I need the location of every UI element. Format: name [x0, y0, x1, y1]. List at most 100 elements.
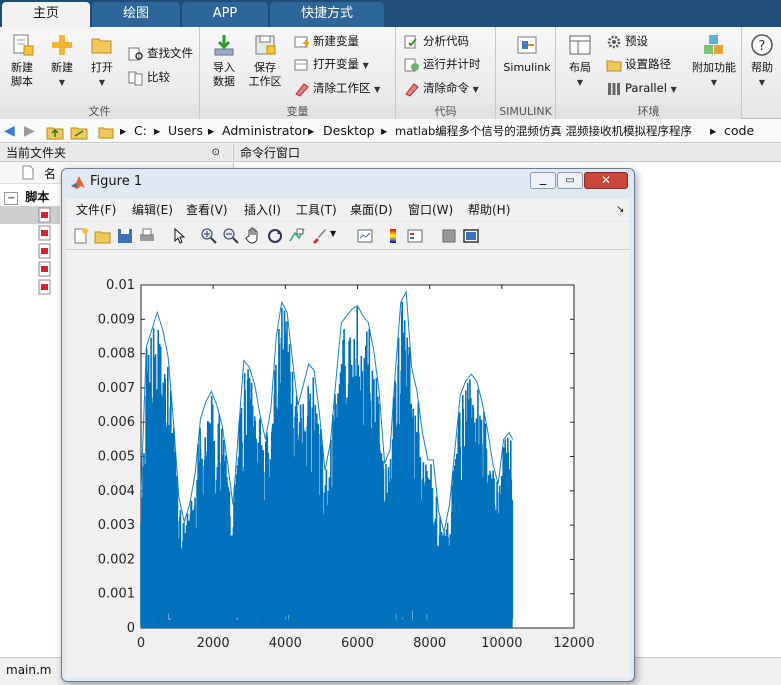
x-tick-label: 10000 — [481, 636, 522, 651]
pointer-icon[interactable] — [170, 227, 188, 245]
m-file-icon[interactable] — [38, 207, 52, 223]
new-figure-icon[interactable] — [72, 227, 90, 245]
m-file-icon[interactable] — [38, 225, 52, 241]
clear-workspace-label: 清除工作区 — [313, 81, 371, 95]
breadcrumb-project[interactable]: matlab编程多个信号的混频仿真 混频接收机模拟程序程序 — [395, 119, 692, 143]
legend-icon[interactable] — [406, 227, 424, 245]
menu-desktop[interactable]: 桌面(D) — [350, 199, 393, 221]
minimize-button[interactable]: _ — [530, 172, 556, 189]
svg-text:?: ? — [759, 39, 766, 54]
save-workspace-label: 保存 工作区 — [248, 61, 282, 88]
current-folder-header: 当前文件夹 ⊙ — [0, 144, 232, 162]
new-script-button[interactable]: 新建 脚本 — [2, 33, 42, 89]
open-button[interactable]: 打开 ▼ — [82, 33, 122, 90]
m-file-icon[interactable] — [38, 261, 52, 277]
figure-canvas[interactable]: 0 2000 4000 6000 8000 10000 12000 0 0.001 0.002 0… — [66, 250, 630, 678]
add-ons-label: 附加功能 — [692, 61, 736, 74]
breadcrumb-users[interactable]: Users — [168, 119, 203, 143]
import-data-button[interactable]: 导入 数据 — [204, 33, 244, 89]
up-folder-icon[interactable] — [46, 119, 64, 143]
simulink-label: Simulink — [503, 61, 551, 74]
find-files-button[interactable]: 查找文件 — [128, 43, 193, 63]
menu-tools[interactable]: 工具(T) — [296, 199, 337, 221]
menu-view[interactable]: 查看(V) — [186, 199, 228, 221]
breadcrumb-administrator[interactable]: Administrator — [222, 119, 307, 143]
status-file-name[interactable]: main.m — [6, 663, 52, 677]
set-path-button[interactable]: 设置路径 — [606, 54, 671, 74]
figure-titlebar[interactable]: Figure 1 _ ▭ ✕ — [62, 169, 634, 197]
close-button[interactable]: ✕ — [584, 172, 628, 189]
compare-button[interactable]: 比较 — [128, 67, 170, 87]
command-window-title: 命令行窗口 — [240, 146, 301, 160]
tab-plots[interactable]: 绘图 — [92, 2, 180, 27]
data-cursor-icon[interactable] — [288, 227, 306, 245]
menu-help[interactable]: 帮助(H) — [468, 199, 510, 221]
maximize-button[interactable]: ▭ — [557, 172, 583, 189]
save-workspace-button[interactable]: 保存 工作区 — [245, 33, 285, 89]
brush-icon[interactable] — [310, 227, 328, 245]
save-workspace-icon — [255, 35, 276, 55]
x-tick-label: 2000 — [197, 636, 230, 651]
parallel-button[interactable]: Parallel ▼ — [606, 78, 677, 98]
pan-hand-icon[interactable] — [244, 227, 262, 245]
help-icon: ? — [751, 34, 773, 56]
clear-workspace-button[interactable]: 清除工作区 ▼ — [294, 78, 380, 98]
analyze-code-button[interactable]: 分析代码 — [404, 31, 469, 51]
breadcrumb-desktop[interactable]: Desktop — [323, 119, 375, 143]
chevron-down-icon: ▼ — [758, 78, 766, 87]
hide-plot-tools-icon[interactable] — [440, 227, 458, 245]
tab-home[interactable]: 主页 — [2, 2, 90, 27]
breadcrumb-code[interactable]: code — [724, 119, 754, 143]
tree-root[interactable]: − 脚本 — [4, 188, 49, 205]
tree-root-label: 脚本 — [25, 190, 50, 204]
chart-svg[interactable]: 0 2000 4000 6000 8000 10000 12000 0 0.001 0.002 0… — [66, 250, 630, 678]
find-files-label: 查找文件 — [147, 46, 193, 60]
show-plot-tools-icon[interactable] — [462, 227, 480, 245]
tab-apps[interactable]: APP — [182, 2, 268, 27]
simulink-button[interactable]: Simulink — [502, 33, 552, 75]
simulink-section-label: SIMULINK — [496, 105, 555, 119]
menu-insert[interactable]: 插入(I) — [244, 199, 281, 221]
new-variable-label: 新建变量 — [313, 34, 359, 48]
y-tick-label: 0.01 — [106, 278, 135, 293]
new-button[interactable]: 新建 ▼ — [42, 33, 82, 90]
forward-arrow-icon[interactable]: ▶ — [24, 119, 35, 143]
rotate-3d-icon[interactable] — [266, 227, 284, 245]
m-file-icon[interactable] — [38, 243, 52, 259]
run-and-time-button[interactable]: 运行并计时 — [404, 54, 481, 74]
y-tick-label: 0.007 — [98, 381, 135, 396]
preferences-button[interactable]: 预设 — [606, 31, 648, 51]
layout-button[interactable]: 布局 ▼ — [560, 33, 600, 90]
chevron-down-icon[interactable]: ▼ — [330, 229, 336, 238]
colorbar-icon[interactable] — [384, 227, 402, 245]
menu-edit[interactable]: 编辑(E) — [132, 199, 173, 221]
dock-arrow-icon[interactable]: ↘ — [616, 199, 624, 221]
open-file-icon[interactable] — [94, 227, 112, 245]
command-window-header: 命令行窗口 — [233, 144, 781, 162]
breadcrumb-drive[interactable]: C: — [134, 119, 147, 143]
collapse-icon[interactable]: − — [4, 192, 19, 205]
zoom-out-icon[interactable] — [222, 227, 240, 245]
panel-menu-icon[interactable]: ⊙ — [212, 144, 220, 162]
tab-shortcuts[interactable]: 快捷方式 — [270, 2, 384, 27]
browse-folder-icon[interactable] — [70, 119, 88, 143]
clear-commands-button[interactable]: 清除命令 ▼ — [404, 78, 479, 98]
link-plot-icon[interactable] — [356, 227, 374, 245]
figure-window[interactable]: Figure 1 _ ▭ ✕ 文件(F) 编辑(E) 查看(V) 插入(I) 工… — [61, 168, 635, 682]
zoom-in-icon[interactable] — [200, 227, 218, 245]
print-icon[interactable] — [138, 227, 156, 245]
add-ons-button[interactable]: 附加功能 ▼ — [688, 33, 740, 90]
open-variable-button[interactable]: 打开变量 ▼ — [294, 54, 369, 74]
path-separator: ▸ — [154, 123, 161, 138]
path-separator: ▸ — [308, 123, 315, 138]
name-column-header[interactable]: 名 — [44, 165, 56, 182]
back-arrow-icon[interactable]: ◀ — [4, 119, 15, 143]
new-variable-button[interactable]: 新建变量 — [294, 31, 359, 51]
menu-file[interactable]: 文件(F) — [76, 199, 116, 221]
menu-window[interactable]: 窗口(W) — [408, 199, 453, 221]
save-icon[interactable] — [116, 227, 134, 245]
m-file-icon[interactable] — [38, 279, 52, 295]
chevron-down-icon: ▼ — [576, 78, 584, 87]
help-button[interactable]: ? 帮助 ▼ — [745, 33, 779, 90]
open-variable-label: 打开变量 — [313, 57, 359, 71]
